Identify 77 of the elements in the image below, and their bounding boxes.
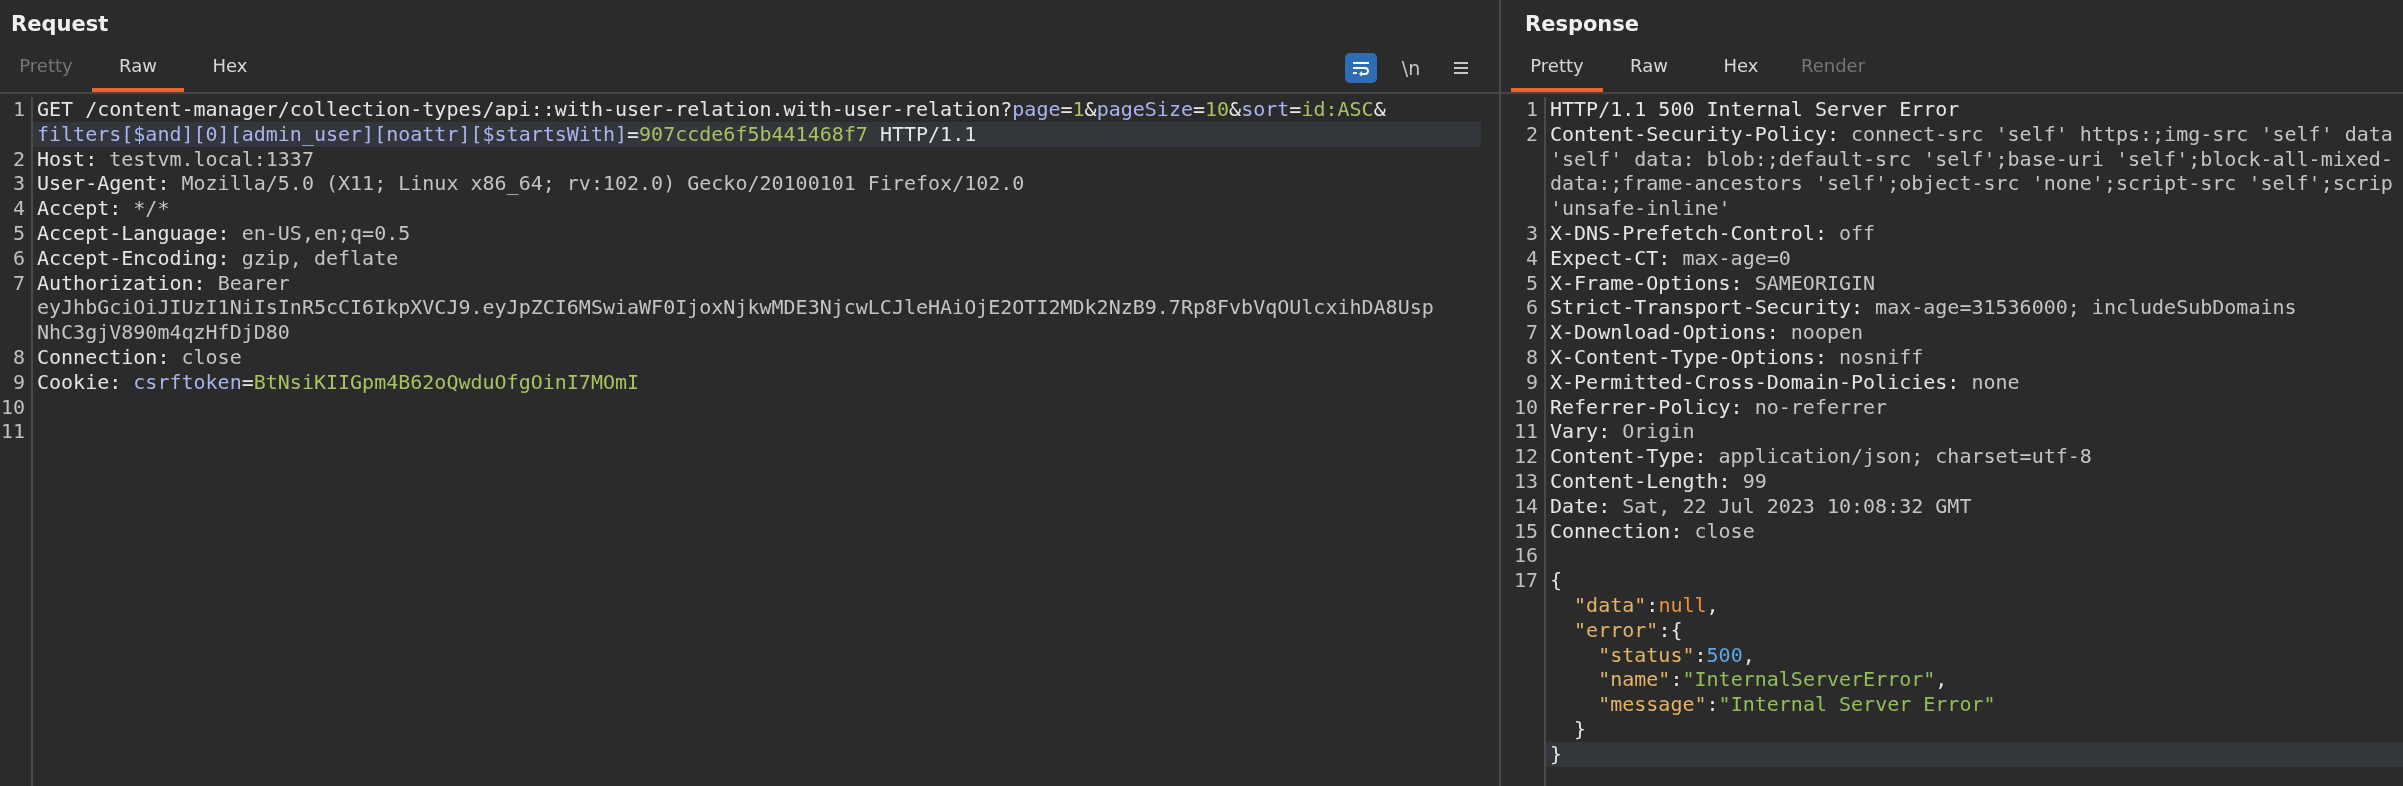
code-line: Cookie: csrftoken=BtNsiKIIGpm4B62oQwduOfgOinI7MOmI [37,369,640,394]
code-line: 'self' data: blob:;default-src 'self';base-uri 'self';block-all-mixed- [1550,146,2393,171]
line-number: 10 [1513,394,1538,419]
code-line: X-Download-Options: noopen [1550,320,1864,345]
line-number: 6 [12,245,25,270]
code-line: { [1550,568,1563,593]
tab[interactable]: Raw [1603,55,1695,92]
line-number: 10 [0,394,25,419]
line-number: 15 [1513,518,1538,543]
wrap-lines-icon [1352,60,1370,76]
line-number: 5 [1525,270,1538,295]
code-line: filters[$and][0][admin_user][noattr][$startsWith]=907ccde6f5b441468f7 HTTP/1.1 [37,121,977,146]
code-line: Expect-CT: max-age=0 [1550,245,1791,270]
line-number: 5 [12,221,25,245]
code-line: HTTP/1.1 500 Internal Server Error [1550,97,1960,121]
code-line: 'unsafe-inline' [1550,196,1731,221]
line-number: 9 [12,369,25,394]
line-number: 3 [12,171,25,196]
line-number: 4 [1525,245,1538,270]
code-line: X-Permitted-Cross-Domain-Policies: none [1550,369,2020,394]
line-number: 3 [1525,221,1538,245]
code-line: } [1573,716,1587,741]
code-line: Strict-Transport-Security: max-age=31536000; includeSubDomains [1550,295,2297,320]
code-line: Date: Sat, 22 Jul 2023 10:08:32 GMT [1550,493,1972,518]
code-line: "name":"InternalServerError", [1597,667,1948,692]
tab[interactable]: Pretty [1511,55,1603,92]
code-line: "status":500, [1597,642,1755,667]
code-line: Content-Type: application/json; charset=utf-8 [1550,444,2092,469]
code-line: Host: testvm.local:1337 [37,146,314,171]
line-number: 1 [12,97,25,121]
line-number: 2 [1525,121,1538,146]
code-line: Vary: Origin [1550,419,1695,444]
tab[interactable]: Raw [92,55,184,92]
line-number: 11 [0,419,25,444]
menu-icon [1453,61,1469,75]
code-line: eyJhbGciOiJIUzI1NiIsInR5cCI6IkpXVCJ9.eyJpZCI6MSwiaWF0IjoxNjkwMDE3NjcwLCJleHAiOjE2OTI2MDk2NzB9.7Rp8FvbVqOUlcxihDA8Usp [37,295,1434,320]
code-line: X-Content-Type-Options: nosniff [1550,344,1924,369]
line-number: 9 [1525,369,1538,394]
code-line: Referrer-Policy: no-referrer [1550,394,1888,419]
line-number: 7 [12,270,25,295]
code-line: "message":"Internal Server Error" [1597,692,1996,717]
newline-toggle[interactable]: \n [1395,53,1427,83]
line-number: 1 [1525,97,1538,121]
tab[interactable]: Hex [184,55,276,92]
code-line: X-Frame-Options: SAMEORIGIN [1550,270,1876,295]
code-line: NhC3gjV890m4qzHfDjD80 [37,320,290,345]
code-line: Accept: */* [37,196,170,221]
code-line: Accept-Encoding: gzip, deflate [37,245,399,270]
code-line: data:;frame-ancestors 'self';object-src 'none';script-src 'self';scrip [1550,171,2393,196]
line-number: 7 [1525,320,1538,345]
code-line: Connection: close [1550,518,1755,543]
code-line: Accept-Language: en-US,en;q=0.5 [37,221,411,245]
line-number: 16 [1513,543,1538,568]
tab[interactable]: Hex [1695,55,1787,92]
wrap-lines-button[interactable] [1345,53,1377,83]
code-line: } [1550,741,1563,766]
code-line: Content-Length: 99 [1550,468,1767,493]
panel-title: Request [10,11,110,38]
line-number: 4 [12,196,25,221]
line-number: 13 [1513,468,1538,493]
code-line: GET /content-manager/collection-types/api::with-user-relation.with-user-relation?page=1&pageSize=10&sort=id:ASC& [37,97,1386,121]
line-number: 8 [1525,344,1538,369]
line-number: 14 [1513,493,1538,518]
line-number: 8 [12,344,25,369]
panel-title: Response [1524,11,1641,38]
line-number: 11 [1513,419,1538,444]
code-line: "data":null, [1573,592,1719,617]
line-number: 6 [1525,295,1538,320]
line-number: 2 [12,146,25,171]
line-number: 17 [1513,568,1538,593]
code-line: X-DNS-Prefetch-Control: off [1550,221,1876,245]
line-number: 12 [1513,444,1538,469]
code-line: "error":{ [1573,617,1683,642]
code-line: Connection: close [37,344,242,369]
code-line: Content-Security-Policy: connect-src 'self' https:;img-src 'self' data [1550,121,2393,146]
code-line: User-Agent: Mozilla/5.0 (X11; Linux x86_64; rv:102.0) Gecko/20100101 Firefox/102.0 [37,171,1025,196]
code-line: Authorization: Bearer [37,270,290,295]
